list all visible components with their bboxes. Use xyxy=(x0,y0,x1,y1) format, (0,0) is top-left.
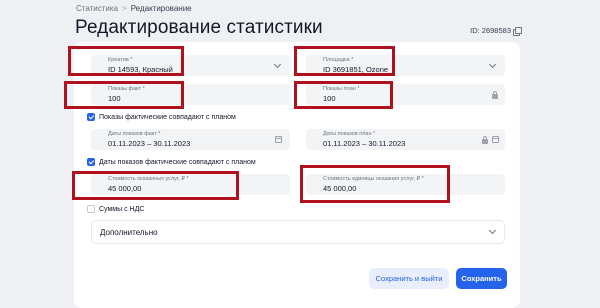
calendar-icon xyxy=(492,136,499,143)
record-id: ID: 2698583 xyxy=(470,26,522,36)
dates-plan-label: Даты показов план * xyxy=(323,131,376,137)
dates-fact-input: Даты показов факт * 01.11.2023 – 30.11.2… xyxy=(91,129,290,150)
lock-icon xyxy=(492,91,498,99)
impressions-fact-input[interactable]: Показы факт * 100 xyxy=(91,84,290,105)
copy-icon[interactable] xyxy=(513,27,522,36)
dates-plan-input: Даты показов план * 01.11.2023 – 30.11.2… xyxy=(306,129,505,150)
creative-label: Креатив * xyxy=(108,57,133,63)
save-button[interactable]: Сохранить xyxy=(456,268,507,289)
dates-match-checkbox[interactable] xyxy=(87,158,95,166)
dates-fact-value: 01.11.2023 – 30.11.2023 xyxy=(108,139,191,148)
creative-select[interactable]: Креатив * ID 14593, Красный xyxy=(91,55,290,76)
platform-value: ID 3691851, Ozone xyxy=(323,65,389,74)
vat-label: Суммы с НДС xyxy=(99,205,145,213)
impressions-fact-label: Показы факт * xyxy=(108,86,145,92)
breadcrumb: Статистика > Редактирование xyxy=(76,4,192,13)
breadcrumb-current: Редактирование xyxy=(130,4,192,13)
chevron-down-icon[interactable] xyxy=(488,60,497,69)
impressions-plan-label: Показы план * xyxy=(323,86,360,92)
services-cost-value: 45 000,00 xyxy=(108,184,142,193)
additional-section-label: Дополнительно xyxy=(100,228,158,237)
impressions-plan-value: 100 xyxy=(323,94,336,103)
impressions-match-checkbox[interactable] xyxy=(87,113,95,121)
dates-plan-value: 01.11.2023 – 30.11.2023 xyxy=(323,139,406,148)
unit-cost-input[interactable]: Стоимость единицы оказания услуг, ₽ * 45… xyxy=(306,174,505,195)
impressions-plan-input: Показы план * 100 xyxy=(306,84,505,105)
page-title: Редактирование статистики xyxy=(75,17,323,38)
impressions-match-checkbox-row[interactable]: Показы фактические совпадают с планом xyxy=(87,113,236,121)
save-and-exit-button[interactable]: Сохранить и выйти xyxy=(369,268,449,289)
calendar-icon[interactable] xyxy=(275,136,282,143)
record-id-text: ID: 2698583 xyxy=(470,26,511,35)
impressions-match-label: Показы фактические совпадают с планом xyxy=(99,113,236,121)
breadcrumb-separator: > xyxy=(122,4,127,13)
vat-checkbox-row[interactable]: Суммы с НДС xyxy=(87,205,144,213)
unit-cost-value: 45 000,00 xyxy=(323,184,357,193)
breadcrumb-link-statistics[interactable]: Статистика xyxy=(76,4,118,13)
impressions-fact-value: 100 xyxy=(108,94,121,103)
platform-select[interactable]: Площадка * ID 3691851, Ozone xyxy=(306,55,505,76)
vat-checkbox[interactable] xyxy=(87,205,95,213)
chevron-down-icon[interactable] xyxy=(273,60,282,69)
dates-fact-label: Даты показов факт * xyxy=(108,131,161,137)
edit-form-card: Креатив * ID 14593, Красный Площадка * I… xyxy=(74,42,520,308)
platform-label: Площадка * xyxy=(323,57,354,63)
creative-value: ID 14593, Красный xyxy=(108,65,173,74)
chevron-down-icon[interactable] xyxy=(488,226,497,235)
dates-match-label: Даты показов фактические совпадают с пла… xyxy=(99,158,256,166)
services-cost-input[interactable]: Стоимость оказанных услуг, ₽ * 45 000,00 xyxy=(91,174,290,195)
lock-icon xyxy=(482,136,488,144)
services-cost-label: Стоимость оказанных услуг, ₽ * xyxy=(108,176,189,182)
dates-match-checkbox-row[interactable]: Даты показов фактические совпадают с пла… xyxy=(87,158,256,166)
additional-section[interactable]: Дополнительно xyxy=(91,220,505,244)
unit-cost-label: Стоимость единицы оказания услуг, ₽ * xyxy=(323,176,424,182)
